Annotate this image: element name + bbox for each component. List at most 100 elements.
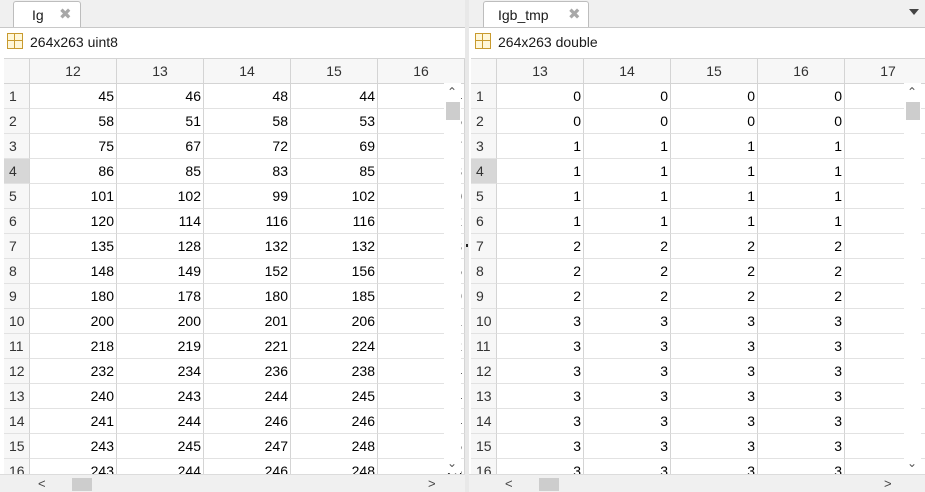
table-cell[interactable]: 149 [117, 259, 204, 284]
table-cell[interactable]: 3 [584, 459, 671, 474]
row-header[interactable]: 7 [4, 234, 30, 259]
table-cell[interactable]: 132 [291, 234, 378, 259]
table-cell[interactable]: 0 [584, 109, 671, 134]
row-header[interactable]: 16 [4, 459, 30, 474]
table-cell[interactable]: 221 [204, 334, 291, 359]
row-header[interactable]: 10 [471, 309, 497, 334]
row-header[interactable]: 7 [471, 234, 497, 259]
row-header[interactable]: 14 [471, 409, 497, 434]
table-cell[interactable]: 128 [117, 234, 204, 259]
table-cell[interactable]: 2 [671, 259, 758, 284]
table-cell[interactable]: 3 [671, 334, 758, 359]
table-cell[interactable]: 3 [584, 334, 671, 359]
table-cell[interactable]: 206 [291, 309, 378, 334]
table-cell[interactable]: 3 [497, 459, 584, 474]
table-cell[interactable]: 2 [758, 284, 845, 309]
tab-igb-tmp[interactable]: Igb_tmp ✖ [483, 1, 589, 27]
table-cell[interactable]: 46 [117, 84, 204, 109]
chevron-down-icon[interactable] [909, 9, 919, 15]
table-cell[interactable]: 3 [758, 459, 845, 474]
row-header[interactable]: 13 [471, 384, 497, 409]
table-cell[interactable]: 245 [117, 434, 204, 459]
table-cell[interactable]: 102 [291, 184, 378, 209]
row-header[interactable]: 3 [4, 134, 30, 159]
table-cell[interactable]: 201 [204, 309, 291, 334]
scroll-thumb[interactable] [72, 478, 92, 491]
row-header[interactable]: 2 [471, 109, 497, 134]
table-cell[interactable]: 185 [291, 284, 378, 309]
table-cell[interactable]: 102 [117, 184, 204, 209]
row-header[interactable]: 16 [471, 459, 497, 474]
column-header[interactable]: 13 [497, 59, 584, 83]
table-cell[interactable]: 246 [204, 459, 291, 474]
table-cell[interactable]: 0 [758, 84, 845, 109]
table-cell[interactable]: 3 [584, 384, 671, 409]
table-cell[interactable]: 3 [758, 409, 845, 434]
column-header[interactable]: 12 [30, 59, 117, 83]
row-header[interactable]: 1 [471, 84, 497, 109]
table-cell[interactable]: 3 [671, 459, 758, 474]
table-cell[interactable]: 246 [291, 409, 378, 434]
table-cell[interactable]: 3 [758, 309, 845, 334]
table-cell[interactable]: 114 [117, 209, 204, 234]
data-grid[interactable]: 13 14 15 16 17 1 0 0 0 0 2 0 0 0 0 3 1 1 1 1 4 1 1 1 1 5 1 1 1 1 6 1 1 1 1… [471, 58, 925, 474]
table-cell[interactable]: 1 [671, 134, 758, 159]
table-cell[interactable]: 51 [117, 109, 204, 134]
table-cell[interactable]: 67 [117, 134, 204, 159]
table-cell[interactable]: 1 [497, 209, 584, 234]
table-cell[interactable]: 1 [584, 184, 671, 209]
row-header[interactable]: 11 [4, 334, 30, 359]
table-cell[interactable]: 236 [204, 359, 291, 384]
table-cell[interactable]: 3 [758, 384, 845, 409]
row-header[interactable]: 5 [471, 184, 497, 209]
table-cell[interactable]: 180 [204, 284, 291, 309]
table-cell[interactable]: 234 [117, 359, 204, 384]
table-cell[interactable]: 116 [204, 209, 291, 234]
table-cell[interactable]: 3 [671, 434, 758, 459]
table-cell[interactable]: 224 [291, 334, 378, 359]
table-cell[interactable]: 3 [497, 409, 584, 434]
table-cell[interactable]: 1 [671, 209, 758, 234]
table-cell[interactable]: 243 [117, 384, 204, 409]
scroll-right-icon[interactable]: > [884, 476, 892, 491]
table-cell[interactable]: 200 [30, 309, 117, 334]
table-cell[interactable]: 3 [497, 334, 584, 359]
table-cell[interactable]: 3 [758, 434, 845, 459]
table-cell[interactable]: 48 [204, 84, 291, 109]
table-cell[interactable]: 2 [497, 234, 584, 259]
table-cell[interactable]: 83 [204, 159, 291, 184]
scroll-left-icon[interactable]: < [505, 476, 513, 491]
row-header[interactable]: 10 [4, 309, 30, 334]
row-header[interactable]: 12 [4, 359, 30, 384]
table-cell[interactable]: 116 [291, 209, 378, 234]
table-cell[interactable]: 2 [584, 284, 671, 309]
tab-ig[interactable]: Ig ✖ [13, 1, 81, 27]
table-cell[interactable]: 3 [584, 309, 671, 334]
table-cell[interactable]: 3 [497, 359, 584, 384]
table-cell[interactable]: 2 [758, 259, 845, 284]
table-cell[interactable]: 200 [117, 309, 204, 334]
row-header[interactable]: 2 [4, 109, 30, 134]
table-cell[interactable]: 0 [671, 109, 758, 134]
data-grid[interactable]: 1213141516145464844425851585353756772697… [4, 58, 465, 474]
table-cell[interactable]: 244 [117, 459, 204, 474]
table-cell[interactable]: 53 [291, 109, 378, 134]
horizontal-scrollbar[interactable]: < > [469, 474, 925, 492]
table-cell[interactable]: 85 [117, 159, 204, 184]
table-cell[interactable]: 1 [497, 159, 584, 184]
table-cell[interactable]: 152 [204, 259, 291, 284]
table-cell[interactable]: 0 [758, 109, 845, 134]
table-cell[interactable]: 248 [291, 459, 378, 474]
table-cell[interactable]: 3 [497, 434, 584, 459]
horizontal-scrollbar[interactable]: < > [0, 474, 465, 492]
table-cell[interactable]: 241 [30, 409, 117, 434]
table-cell[interactable]: 1 [758, 184, 845, 209]
table-cell[interactable]: 1 [671, 184, 758, 209]
table-cell[interactable]: 156 [291, 259, 378, 284]
table-cell[interactable]: 3 [584, 434, 671, 459]
scroll-thumb[interactable] [539, 478, 559, 491]
row-header[interactable]: 4 [471, 159, 497, 184]
table-cell[interactable]: 0 [671, 84, 758, 109]
table-cell[interactable]: 3 [497, 384, 584, 409]
table-cell[interactable]: 218 [30, 334, 117, 359]
